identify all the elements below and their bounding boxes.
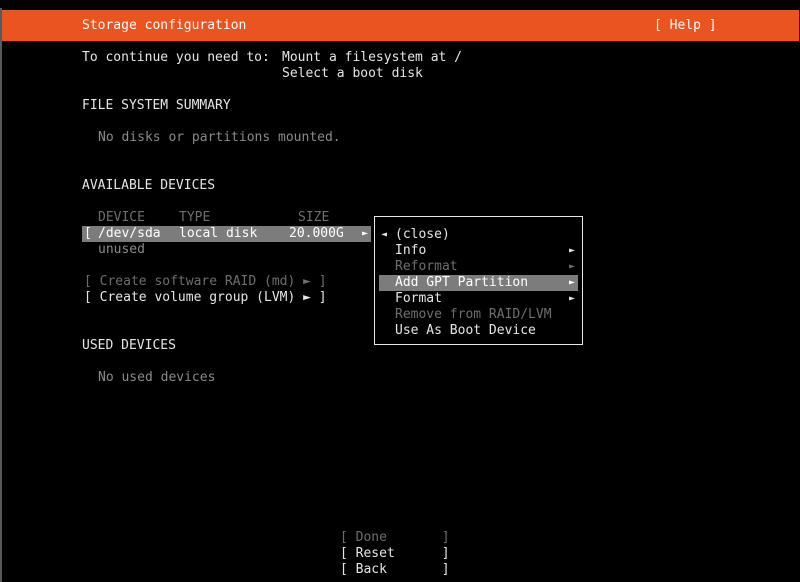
menu-item-label: Add GPT Partition: [395, 275, 529, 290]
row-bracket: [: [84, 226, 92, 241]
submenu-arrow-icon: ►: [568, 261, 575, 272]
menu-item-info[interactable]: Info ►: [379, 243, 578, 259]
menu-item-close[interactable]: ◄ (close): [379, 227, 578, 243]
menu-item-label: Info: [395, 243, 427, 258]
row-arrow-icon: ►: [362, 228, 369, 239]
column-type: TYPE: [179, 210, 211, 225]
close-arrow-icon: ◄: [381, 229, 388, 240]
fs-summary-heading: FILE SYSTEM SUMMARY: [82, 98, 231, 113]
device-type: local disk: [179, 226, 258, 241]
header-bar: Storage configuration [ Help ]: [2, 10, 799, 41]
instruction-mount: Mount a filesystem at /: [282, 50, 463, 65]
create-raid-button[interactable]: [ Create software RAID (md) ► ]: [84, 274, 327, 290]
menu-item-add-gpt-partition[interactable]: Add GPT Partition ►: [379, 275, 578, 291]
menu-item-label: Use As Boot Device: [395, 323, 536, 338]
device-size: 20.000G: [289, 226, 344, 241]
fs-summary-empty: No disks or partitions mounted.: [98, 130, 341, 145]
menu-item-label: (close): [395, 227, 450, 242]
menu-item-format[interactable]: Format ►: [379, 291, 578, 307]
back-button[interactable]: [ Back ]: [340, 562, 450, 578]
page-title: Storage configuration: [82, 18, 247, 33]
used-devices-heading: USED DEVICES: [82, 338, 176, 353]
top-border: [0, 0, 800, 8]
submenu-arrow-icon: ►: [568, 293, 575, 304]
menu-item-label: Reformat: [395, 259, 458, 274]
used-devices-empty: No used devices: [98, 370, 216, 385]
instruction-boot-disk: Select a boot disk: [282, 66, 423, 81]
device-status: unused: [98, 242, 145, 257]
device-row-sda[interactable]: [ /dev/sda local disk 20.000G ►: [82, 226, 371, 242]
column-size: SIZE: [298, 210, 330, 225]
column-device: DEVICE: [98, 210, 145, 225]
instructions-prefix: To continue you need to:: [82, 50, 270, 65]
available-devices-heading: AVAILABLE DEVICES: [82, 178, 216, 193]
menu-item-reformat: Reformat ►: [379, 259, 578, 275]
menu-item-label: Format: [395, 291, 442, 306]
done-button[interactable]: [ Done ]: [340, 530, 450, 546]
menu-item-label: Remove from RAID/LVM: [395, 307, 552, 322]
menu-item-use-as-boot-device[interactable]: Use As Boot Device: [379, 323, 578, 339]
device-action-menu: ◄ (close) Info ► Reformat ► Add GPT Part…: [374, 216, 583, 345]
create-lvm-button[interactable]: [ Create volume group (LVM) ► ]: [84, 290, 327, 306]
menu-item-remove-from-raid-lvm: Remove from RAID/LVM: [379, 307, 578, 323]
reset-button[interactable]: [ Reset ]: [340, 546, 450, 562]
device-name: /dev/sda: [98, 226, 161, 241]
submenu-arrow-icon: ►: [568, 245, 575, 256]
submenu-arrow-icon: ►: [568, 277, 575, 288]
help-button[interactable]: [ Help ]: [654, 18, 717, 34]
